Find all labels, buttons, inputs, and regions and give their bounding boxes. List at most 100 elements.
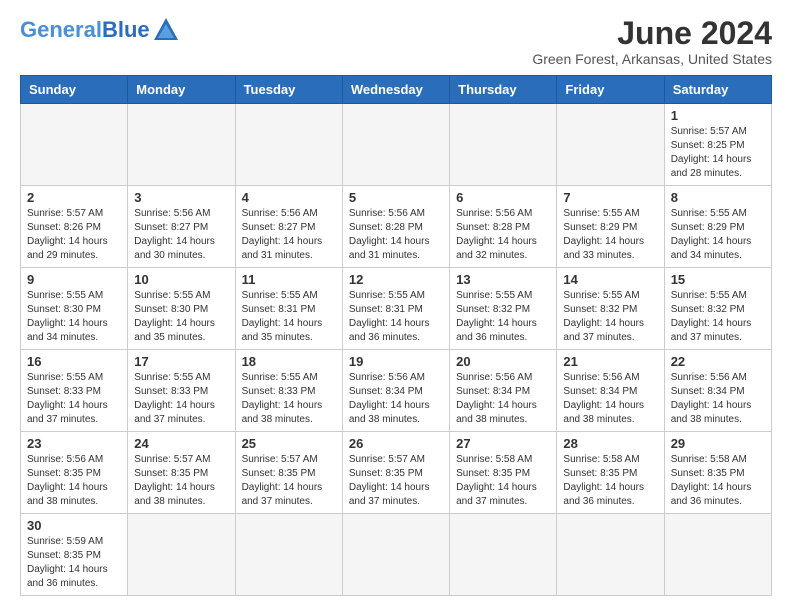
day-number: 21 [563,354,657,369]
calendar-cell: 6Sunrise: 5:56 AM Sunset: 8:28 PM Daylig… [450,186,557,268]
calendar-cell: 28 Sunrise: 5:58 AM Sunset: 8:35 PM Dayli… [557,432,664,514]
calendar-cell: 25Sunrise: 5:57 AM Sunset: 8:35 PM Dayli… [235,432,342,514]
calendar-cell [557,514,664,596]
day-info: Sunrise: 5:59 AM Sunset: 8:35 PM Dayligh… [27,535,121,591]
day-number: 5 [349,190,443,205]
day-info: Sunrise: 5:56 AM Sunset: 8:34 PM Dayligh… [456,371,550,427]
weekday-header-row: Sunday Monday Tuesday Wednesday Thursday… [21,76,772,104]
day-info: Sunrise: 5:55 AM Sunset: 8:33 PM Dayligh… [134,371,228,427]
day-info: Sunrise: 5:57 AM Sunset: 8:26 PM Dayligh… [27,207,121,263]
calendar-week-5: 23 Sunrise: 5:56 AM Sunset: 8:35 PM Dayli… [21,432,772,514]
calendar-cell: 13 Sunrise: 5:55 AM Sunset: 8:32 PM Dayli… [450,268,557,350]
calendar-cell [342,104,449,186]
day-number: 15 [671,272,765,287]
header-tuesday: Tuesday [235,76,342,104]
day-number: 20 [456,354,550,369]
day-number: 2 [27,190,121,205]
header-friday: Friday [557,76,664,104]
calendar-cell: 1 Sunrise: 5:57 AM Sunset: 8:25 PM Daylig… [664,104,771,186]
calendar-cell: 9Sunrise: 5:55 AM Sunset: 8:30 PM Daylig… [21,268,128,350]
day-number: 8 [671,190,765,205]
day-info: Sunrise: 5:55 AM Sunset: 8:30 PM Dayligh… [134,289,228,345]
calendar-cell [557,104,664,186]
calendar-cell [235,514,342,596]
logo: GeneralBlue [20,16,180,44]
calendar-cell: 19 Sunrise: 5:56 AM Sunset: 8:34 PM Dayli… [342,350,449,432]
day-number: 1 [671,108,765,123]
day-number: 29 [671,436,765,451]
calendar-cell: 14Sunrise: 5:55 AM Sunset: 8:32 PM Dayli… [557,268,664,350]
calendar-cell: 23 Sunrise: 5:56 AM Sunset: 8:35 PM Dayli… [21,432,128,514]
calendar-week-6: 30 Sunrise: 5:59 AM Sunset: 8:35 PM Dayli… [21,514,772,596]
day-info: Sunrise: 5:55 AM Sunset: 8:32 PM Dayligh… [563,289,657,345]
calendar-week-2: 2 Sunrise: 5:57 AM Sunset: 8:26 PM Daylig… [21,186,772,268]
day-info: Sunrise: 5:56 AM Sunset: 8:27 PM Dayligh… [134,207,228,263]
calendar-cell: 26Sunrise: 5:57 AM Sunset: 8:35 PM Dayli… [342,432,449,514]
logo-blue: Blue [102,17,150,42]
day-info: Sunrise: 5:56 AM Sunset: 8:27 PM Dayligh… [242,207,336,263]
day-number: 4 [242,190,336,205]
day-info: Sunrise: 5:57 AM Sunset: 8:35 PM Dayligh… [349,453,443,509]
day-number: 6 [456,190,550,205]
calendar-cell: 18 Sunrise: 5:55 AM Sunset: 8:33 PM Dayli… [235,350,342,432]
month-title: June 2024 [532,16,772,51]
day-info: Sunrise: 5:55 AM Sunset: 8:31 PM Dayligh… [349,289,443,345]
header: GeneralBlue June 2024 Green Forest, Arka… [20,16,772,67]
calendar-table: Sunday Monday Tuesday Wednesday Thursday… [20,75,772,596]
day-info: Sunrise: 5:55 AM Sunset: 8:29 PM Dayligh… [671,207,765,263]
day-number: 12 [349,272,443,287]
day-info: Sunrise: 5:55 AM Sunset: 8:29 PM Dayligh… [563,207,657,263]
calendar-cell: 3Sunrise: 5:56 AM Sunset: 8:27 PM Daylig… [128,186,235,268]
calendar-cell: 27 Sunrise: 5:58 AM Sunset: 8:35 PM Dayli… [450,432,557,514]
day-info: Sunrise: 5:57 AM Sunset: 8:25 PM Dayligh… [671,125,765,181]
calendar-cell: 24Sunrise: 5:57 AM Sunset: 8:35 PM Dayli… [128,432,235,514]
calendar-week-4: 16 Sunrise: 5:55 AM Sunset: 8:33 PM Dayli… [21,350,772,432]
day-number: 30 [27,518,121,533]
logo-general: General [20,17,102,42]
day-info: Sunrise: 5:58 AM Sunset: 8:35 PM Dayligh… [563,453,657,509]
day-info: Sunrise: 5:55 AM Sunset: 8:33 PM Dayligh… [27,371,121,427]
day-number: 10 [134,272,228,287]
day-number: 16 [27,354,121,369]
day-info: Sunrise: 5:55 AM Sunset: 8:32 PM Dayligh… [671,289,765,345]
logo-text: GeneralBlue [20,19,150,41]
day-number: 19 [349,354,443,369]
calendar-cell [450,514,557,596]
header-wednesday: Wednesday [342,76,449,104]
calendar-cell: 17Sunrise: 5:55 AM Sunset: 8:33 PM Dayli… [128,350,235,432]
calendar-cell: 22Sunrise: 5:56 AM Sunset: 8:34 PM Dayli… [664,350,771,432]
calendar-cell: 8 Sunrise: 5:55 AM Sunset: 8:29 PM Daylig… [664,186,771,268]
day-info: Sunrise: 5:58 AM Sunset: 8:35 PM Dayligh… [456,453,550,509]
day-info: Sunrise: 5:58 AM Sunset: 8:35 PM Dayligh… [671,453,765,509]
day-info: Sunrise: 5:55 AM Sunset: 8:30 PM Dayligh… [27,289,121,345]
calendar-week-1: 1 Sunrise: 5:57 AM Sunset: 8:25 PM Daylig… [21,104,772,186]
day-number: 28 [563,436,657,451]
calendar-cell: 4 Sunrise: 5:56 AM Sunset: 8:27 PM Daylig… [235,186,342,268]
day-number: 23 [27,436,121,451]
day-number: 13 [456,272,550,287]
header-saturday: Saturday [664,76,771,104]
calendar-cell: 5 Sunrise: 5:56 AM Sunset: 8:28 PM Daylig… [342,186,449,268]
calendar-cell: 12 Sunrise: 5:55 AM Sunset: 8:31 PM Dayli… [342,268,449,350]
day-number: 7 [563,190,657,205]
day-number: 22 [671,354,765,369]
day-number: 11 [242,272,336,287]
day-info: Sunrise: 5:56 AM Sunset: 8:34 PM Dayligh… [349,371,443,427]
calendar-cell: 15 Sunrise: 5:55 AM Sunset: 8:32 PM Dayli… [664,268,771,350]
calendar-cell [21,104,128,186]
day-info: Sunrise: 5:55 AM Sunset: 8:31 PM Dayligh… [242,289,336,345]
day-info: Sunrise: 5:55 AM Sunset: 8:32 PM Dayligh… [456,289,550,345]
calendar-cell: 30 Sunrise: 5:59 AM Sunset: 8:35 PM Dayli… [21,514,128,596]
calendar-cell: 2 Sunrise: 5:57 AM Sunset: 8:26 PM Daylig… [21,186,128,268]
day-number: 27 [456,436,550,451]
day-info: Sunrise: 5:56 AM Sunset: 8:34 PM Dayligh… [563,371,657,427]
page: GeneralBlue June 2024 Green Forest, Arka… [0,0,792,612]
header-sunday: Sunday [21,76,128,104]
day-info: Sunrise: 5:56 AM Sunset: 8:35 PM Dayligh… [27,453,121,509]
calendar-cell: 29 Sunrise: 5:58 AM Sunset: 8:35 PM Dayli… [664,432,771,514]
title-block: June 2024 Green Forest, Arkansas, United… [532,16,772,67]
day-number: 18 [242,354,336,369]
day-info: Sunrise: 5:56 AM Sunset: 8:28 PM Dayligh… [349,207,443,263]
day-info: Sunrise: 5:55 AM Sunset: 8:33 PM Dayligh… [242,371,336,427]
calendar-cell [450,104,557,186]
